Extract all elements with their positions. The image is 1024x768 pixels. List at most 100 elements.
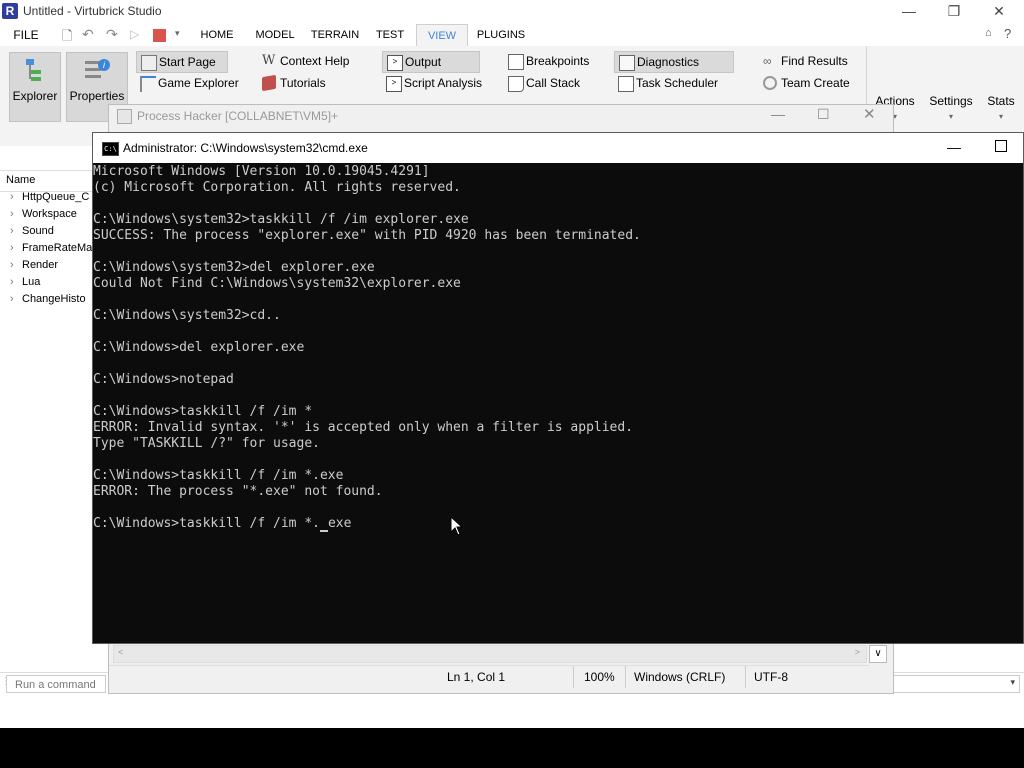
play-icon[interactable]: ▷ bbox=[130, 27, 139, 41]
tree-item-label: Sound bbox=[22, 225, 54, 237]
team-create-button[interactable]: Team Create bbox=[759, 73, 891, 93]
redo-icon[interactable]: ↷ bbox=[106, 26, 118, 43]
stats-group-button[interactable]: Stats ▾ bbox=[980, 94, 1022, 122]
console-line: C:\Windows\system32>cd.. bbox=[93, 308, 281, 323]
cursor-position: Ln 1, Col 1 bbox=[447, 670, 506, 684]
start-page-button[interactable]: Start Page bbox=[136, 51, 228, 73]
start-page-label: Start Page bbox=[159, 55, 216, 69]
console-line: C:\Windows\system32>del explorer.exe bbox=[93, 260, 375, 275]
call-stack-icon bbox=[508, 76, 524, 92]
console-icon: C:\ bbox=[102, 142, 119, 156]
console-output[interactable]: Microsoft Windows [Version 10.0.19045.42… bbox=[93, 164, 1023, 642]
expand-chevron-icon[interactable]: › bbox=[10, 259, 22, 271]
task-scheduler-icon bbox=[618, 76, 634, 92]
console-line: C:\Windows>taskkill /f /im * bbox=[93, 404, 313, 419]
tree-item-label: Render bbox=[22, 259, 59, 271]
horizontal-scrollbar[interactable]: < > bbox=[113, 645, 867, 663]
menu-plugins[interactable]: PLUGINS bbox=[474, 24, 528, 46]
game-explorer-label: Game Explorer bbox=[158, 76, 239, 90]
find-results-button[interactable]: ∞ Find Results bbox=[759, 51, 891, 71]
menu-test[interactable]: TEST bbox=[370, 24, 410, 46]
command-input[interactable]: Run a command bbox=[6, 675, 106, 693]
settings-group-button[interactable]: Settings ▾ bbox=[928, 94, 974, 122]
menu-terrain[interactable]: TERRAIN bbox=[308, 24, 362, 46]
status-divider bbox=[625, 666, 626, 688]
help-icon[interactable]: ? bbox=[1004, 26, 1011, 41]
tutorials-button[interactable]: Tutorials bbox=[258, 73, 390, 93]
game-explorer-button[interactable]: Game Explorer bbox=[136, 73, 268, 93]
stop-icon[interactable] bbox=[153, 29, 166, 42]
cmd-maximize-button[interactable] bbox=[995, 140, 1007, 152]
expand-chevron-icon[interactable]: › bbox=[10, 191, 22, 203]
window-title: Untitled - Virtubrick Studio bbox=[23, 4, 162, 18]
console-line: SUCCESS: The process "explorer.exe" with… bbox=[93, 228, 641, 243]
line-endings: Windows (CRLF) bbox=[634, 670, 726, 684]
console-prompt: C:\Windows>taskkill /f /im *. bbox=[93, 516, 320, 531]
find-results-label: Find Results bbox=[781, 54, 848, 68]
expand-chevron-icon[interactable]: › bbox=[10, 276, 22, 288]
tree-item-label: Lua bbox=[22, 276, 41, 288]
expand-chevron-icon[interactable]: › bbox=[10, 208, 22, 220]
console-line: C:\Windows>del explorer.exe bbox=[93, 340, 305, 355]
ph-maximize-button[interactable]: ☐ bbox=[817, 106, 830, 123]
scroll-down-button[interactable]: ∨ bbox=[869, 645, 887, 663]
console-typed-tail: exe bbox=[327, 516, 352, 531]
console-line: Microsoft Windows [Version 10.0.19045.42… bbox=[93, 164, 430, 179]
output-label: Output bbox=[405, 55, 442, 69]
properties-icon: i bbox=[85, 59, 111, 81]
studio-titlebar: R Untitled - Virtubrick Studio — ❐ ✕ bbox=[0, 0, 1024, 24]
cmd-minimize-button[interactable]: — bbox=[947, 139, 961, 155]
ph-close-button[interactable]: ✕ bbox=[863, 105, 876, 123]
cmd-title: Administrator: C:\Windows\system32\cmd.e… bbox=[123, 141, 368, 155]
collapse-ribbon-icon[interactable]: ⌂ bbox=[985, 27, 992, 39]
menu-home[interactable]: HOME bbox=[196, 24, 238, 46]
output-icon: > bbox=[387, 55, 403, 71]
cmd-window: C:\ Administrator: C:\Windows\system32\c… bbox=[92, 132, 1024, 644]
context-help-button[interactable]: W Context Help bbox=[258, 51, 390, 71]
undo-icon[interactable]: ↶ bbox=[82, 26, 94, 43]
tutorials-label: Tutorials bbox=[280, 76, 326, 90]
menu-model[interactable]: MODEL bbox=[252, 24, 298, 46]
process-hacker-icon bbox=[117, 109, 132, 124]
diagnostics-label: Diagnostics bbox=[637, 55, 700, 69]
console-line: C:\Windows\system32>taskkill /f /im expl… bbox=[93, 212, 469, 227]
close-button[interactable]: ✕ bbox=[976, 0, 1022, 24]
expand-chevron-icon[interactable]: › bbox=[10, 293, 22, 305]
expand-chevron-icon[interactable]: › bbox=[10, 242, 22, 254]
stats-label: Stats bbox=[987, 94, 1015, 108]
breakpoints-button[interactable]: Breakpoints bbox=[504, 51, 626, 71]
expand-chevron-icon[interactable]: › bbox=[10, 225, 22, 237]
call-stack-label: Call Stack bbox=[526, 76, 581, 90]
quick-access-dropdown-icon[interactable]: ▾ bbox=[175, 28, 180, 39]
scroll-left-icon[interactable]: < bbox=[118, 647, 123, 657]
console-line: C:\Windows>notepad bbox=[93, 372, 234, 387]
task-scheduler-button[interactable]: Task Scheduler bbox=[614, 73, 756, 93]
menu-view[interactable]: VIEW bbox=[416, 24, 468, 47]
scroll-right-icon[interactable]: > bbox=[855, 647, 860, 657]
tree-item-label: Workspace bbox=[22, 208, 77, 220]
script-analysis-button[interactable]: > Script Analysis bbox=[382, 73, 514, 93]
menu-file[interactable]: FILE bbox=[8, 24, 44, 46]
ph-minimize-button[interactable]: — bbox=[771, 106, 785, 122]
status-divider bbox=[573, 666, 574, 688]
stats-chevron-down-icon: ▾ bbox=[998, 112, 1003, 121]
diagnostics-button[interactable]: Diagnostics bbox=[614, 51, 734, 73]
minimize-button[interactable]: — bbox=[886, 0, 932, 24]
restore-button[interactable]: ❐ bbox=[931, 0, 977, 24]
breakpoints-label: Breakpoints bbox=[526, 54, 590, 68]
tree-item-label: ChangeHisto bbox=[22, 293, 86, 305]
call-stack-button[interactable]: Call Stack bbox=[504, 73, 626, 93]
settings-label: Settings bbox=[929, 94, 973, 108]
properties-label: Properties bbox=[69, 89, 125, 103]
command-history-dropdown[interactable]: ▾ bbox=[892, 675, 1020, 693]
explorer-button[interactable]: Explorer bbox=[9, 52, 61, 122]
output-button[interactable]: > Output bbox=[382, 51, 480, 73]
explorer-column-header[interactable]: Name bbox=[0, 170, 107, 192]
diagnostics-icon bbox=[619, 55, 635, 71]
team-create-icon bbox=[763, 76, 777, 90]
cmd-titlebar: C:\ Administrator: C:\Windows\system32\c… bbox=[93, 133, 1023, 163]
editor-status-bar: Ln 1, Col 1 100% Windows (CRLF) UTF-8 bbox=[109, 665, 869, 688]
